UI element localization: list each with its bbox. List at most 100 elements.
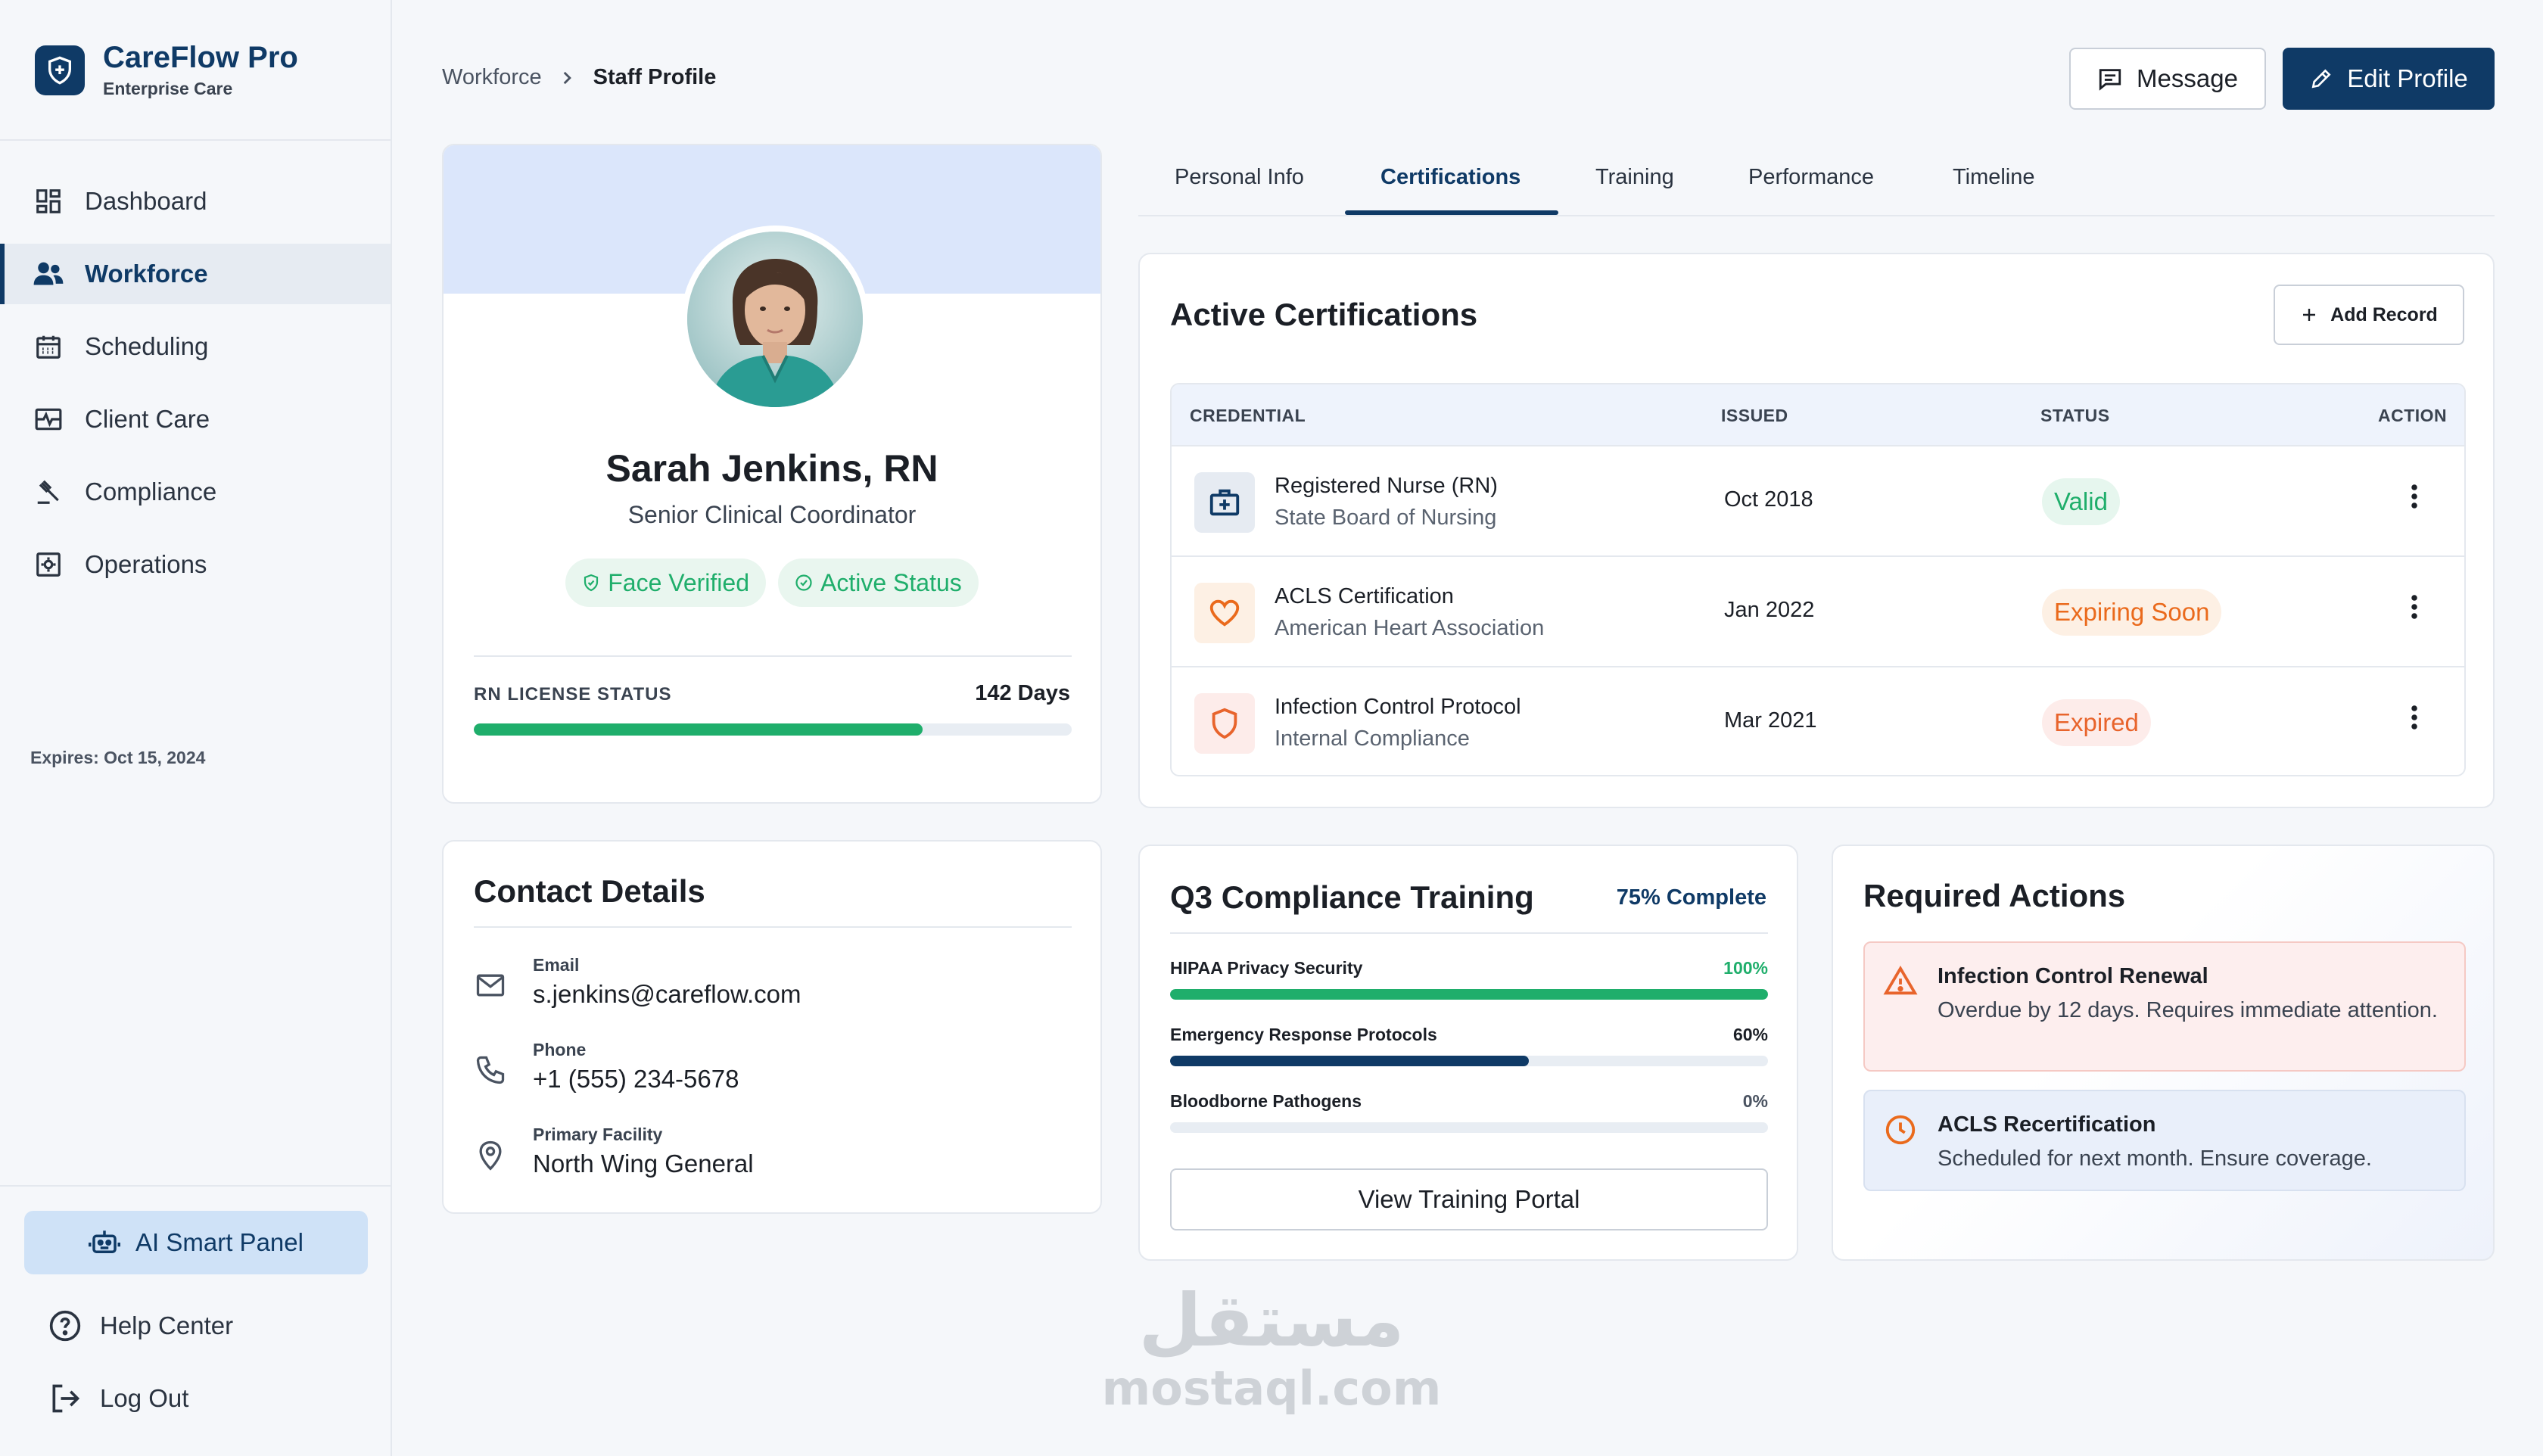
status-badge: Valid [2042,478,2120,525]
training-complete: 75% Complete [1616,885,1766,910]
sidebar-item-dashboard[interactable]: Dashboard [0,171,391,232]
credential-name: Registered Nurse (RN) [1275,474,1498,498]
training-item: Emergency Response Protocols 60% [1170,1025,1768,1066]
message-icon [2097,66,2123,92]
sidebar-item-label: Operations [85,550,207,578]
watermark-latin: mostaql.com [1101,1361,1442,1416]
tab-performance[interactable]: Performance [1748,165,1874,190]
action-item[interactable]: Infection Control Renewal Overdue by 12 … [1863,941,2466,1072]
training-title: Q3 Compliance Training [1170,879,1534,915]
action-description: Overdue by 12 days. Requires immediate a… [1938,998,2438,1022]
logout-icon [48,1382,82,1415]
facility-label: Primary Facility [533,1125,663,1144]
credential-name: ACLS Certification [1275,584,1454,608]
tab-timeline[interactable]: Timeline [1953,165,2035,190]
license-status-label: RN LICENSE STATUS [474,684,672,705]
sidebar-item-client-care[interactable]: Client Care [0,389,391,450]
training-card: Q3 Compliance Training 75% Complete HIPA… [1138,845,1798,1261]
dashboard-icon [32,185,65,218]
tab-training[interactable]: Training [1595,165,1674,190]
profile-tabs: Personal Info Certifications Training Pe… [1138,151,2495,216]
table-header: CREDENTIAL ISSUED STATUS ACTION [1172,384,2464,446]
divider [1170,932,1768,934]
pencil-icon [2309,67,2333,91]
phone-icon [474,1053,510,1090]
training-item-percent: 100% [1723,958,1768,978]
check-circle-icon [795,574,813,592]
active-status-badge: Active Status [778,558,979,607]
credential-org: American Heart Association [1275,616,1545,640]
training-progress-bar [1170,1056,1768,1066]
face-verified-badge: Face Verified [565,558,766,607]
sidebar-item-label: Scheduling [85,332,209,360]
ai-smart-panel-button[interactable]: AI Smart Panel [24,1211,368,1274]
training-item-label: Emergency Response Protocols [1170,1025,1437,1044]
tab-personal-info[interactable]: Personal Info [1175,165,1304,190]
edit-profile-button[interactable]: Edit Profile [2283,48,2495,110]
sidebar-item-label: Workforce [85,260,208,288]
divider [0,1185,391,1187]
log-out-label: Log Out [100,1384,189,1412]
brand[interactable]: CareFlow Pro Enterprise Care [35,41,298,99]
facility-value: North Wing General [533,1150,754,1178]
phone-value[interactable]: +1 (555) 234-5678 [533,1065,739,1094]
view-training-portal-button[interactable]: View Training Portal [1170,1168,1768,1230]
sidebar: CareFlow Pro Enterprise Care Dashboard W… [0,0,392,1456]
divider [0,139,391,141]
shield-check-icon [582,574,600,592]
license-expiry: Expires: Oct 15, 2024 [30,748,206,767]
breadcrumb-root[interactable]: Workforce [442,65,542,90]
sidebar-nav: Dashboard Workforce Scheduling Client Ca… [0,171,391,607]
help-center-label: Help Center [100,1311,234,1339]
watermark: مستقل mostaql.com [1090,1279,1453,1415]
training-item-label: HIPAA Privacy Security [1170,958,1363,978]
action-item[interactable]: ACLS Recertification Scheduled for next … [1863,1090,2466,1191]
action-title: ACLS Recertification [1938,1112,2156,1137]
email-value[interactable]: s.jenkins@careflow.com [533,980,801,1009]
tab-certifications[interactable]: Certifications [1380,165,1521,190]
location-pin-icon [474,1138,510,1174]
active-tab-indicator [1345,210,1558,215]
contact-phone: Phone +1 (555) 234-5678 [474,1040,739,1094]
profile-role: Senior Clinical Coordinator [627,501,917,528]
more-vertical-icon[interactable] [2399,592,2429,622]
credential-issued: Mar 2021 [1724,708,1817,733]
training-progress-fill [1170,989,1768,1000]
credential-issued: Jan 2022 [1724,598,1815,622]
breadcrumb-current: Staff Profile [593,65,717,89]
table-row: Infection Control Protocol Internal Comp… [1172,667,2464,775]
status-badge: Expired [2042,699,2151,746]
sidebar-item-scheduling[interactable]: Scheduling [0,316,391,377]
certifications-title: Active Certifications [1170,297,1478,332]
status-badge: Expiring Soon [2042,589,2222,636]
profile-card: Sarah Jenkins, RN Senior Clinical Coordi… [442,144,1102,804]
message-button[interactable]: Message [2069,48,2266,110]
breadcrumb: Workforce Staff Profile [442,65,716,90]
brand-subtitle: Enterprise Care [103,79,233,98]
column-header: STATUS [2040,406,2110,425]
add-record-button[interactable]: Add Record [2274,285,2464,345]
sidebar-item-label: Dashboard [85,187,207,215]
credential-issued: Oct 2018 [1724,487,1813,512]
settings-box-icon [32,548,65,581]
profile-name: Sarah Jenkins, RN [605,447,938,490]
more-vertical-icon[interactable] [2399,481,2429,512]
brand-name: CareFlow Pro [103,41,298,74]
sidebar-item-compliance[interactable]: Compliance [0,462,391,522]
sidebar-item-workforce[interactable]: Workforce [0,244,391,304]
sidebar-item-operations[interactable]: Operations [0,534,391,595]
training-item-percent: 60% [1732,1025,1768,1044]
phone-label: Phone [533,1040,587,1059]
contact-facility: Primary Facility North Wing General [474,1125,754,1178]
training-item: HIPAA Privacy Security 100% [1170,958,1768,1000]
column-header: ISSUED [1721,406,1788,425]
shield-icon [1194,693,1255,754]
help-center-link[interactable]: Help Center [48,1309,233,1342]
chevron-right-icon [562,70,574,86]
action-title: Infection Control Renewal [1938,964,2208,988]
log-out-link[interactable]: Log Out [48,1382,188,1415]
ai-smart-panel-label: AI Smart Panel [135,1228,303,1256]
training-progress-fill [1170,1056,1529,1066]
more-vertical-icon[interactable] [2399,702,2429,733]
training-item-label: Bloodborne Pathogens [1170,1091,1362,1111]
